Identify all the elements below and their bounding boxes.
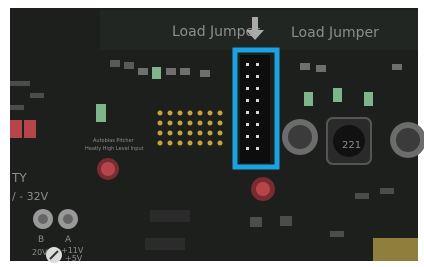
edge-mark-20v: 20V bbox=[32, 248, 48, 257]
jumper-header bbox=[240, 55, 270, 163]
edge-mark-voltage: / - 32V bbox=[12, 190, 49, 203]
transformer bbox=[373, 238, 418, 261]
silk-small-line-2: Heatly High Level Input bbox=[85, 146, 144, 152]
red-capacitor-mid bbox=[97, 158, 119, 180]
silk-small-line-1: Autobias Pitcher bbox=[93, 138, 135, 144]
potentiometer-a bbox=[58, 209, 78, 229]
edge-mark-b: B bbox=[38, 235, 44, 245]
capacitor-right-1 bbox=[282, 119, 318, 155]
edge-mark-5v: +5V bbox=[65, 254, 83, 263]
pcb-photo: Load Jumper Load Jumper TY / - 32V B A 2… bbox=[0, 0, 424, 267]
red-capacitor-lower bbox=[251, 177, 275, 201]
ic-chip-2 bbox=[145, 238, 185, 250]
load-jumper-label-left: Load Jumper bbox=[172, 24, 260, 40]
inductor-label: 221 bbox=[342, 140, 361, 151]
inductor: 221 bbox=[326, 117, 372, 165]
potentiometer-b bbox=[33, 209, 53, 229]
edge-mark-ty: TY bbox=[11, 171, 27, 185]
edge-mark-a: A bbox=[65, 235, 72, 245]
jumper-cap-circle bbox=[46, 247, 62, 263]
load-jumper-label-right: Load Jumper bbox=[291, 25, 379, 41]
ic-chip-1 bbox=[150, 210, 190, 222]
